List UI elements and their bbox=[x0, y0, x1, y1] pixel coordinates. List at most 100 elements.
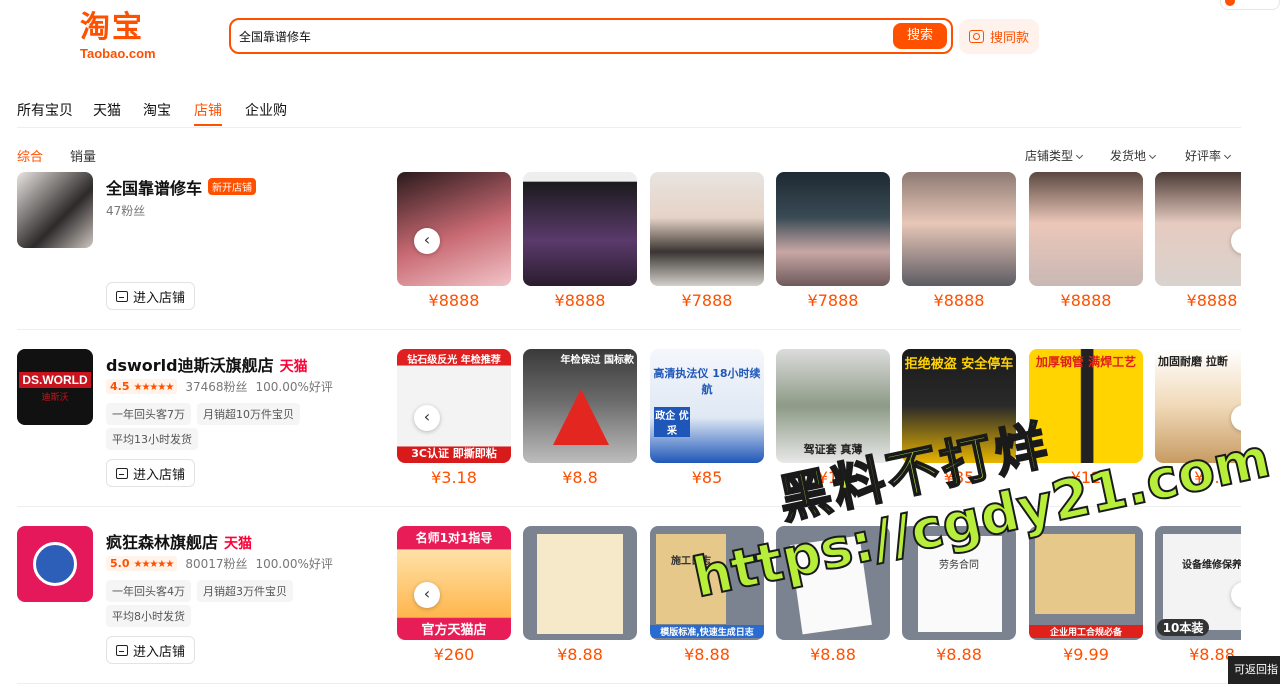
tab-taobao[interactable]: 淘宝 bbox=[143, 100, 171, 120]
product-image bbox=[397, 172, 511, 286]
product-item[interactable]: ¥8888 bbox=[1029, 172, 1143, 310]
product-image-text: 加厚钢管 满焊工艺 bbox=[1035, 355, 1137, 369]
product-image bbox=[776, 172, 890, 286]
product-image-text: 施工日志 bbox=[671, 556, 711, 567]
top-right-badge[interactable] bbox=[1220, 0, 1280, 10]
product-price: ¥8888 bbox=[933, 291, 985, 310]
product-price: ¥8888 bbox=[554, 291, 606, 310]
product-price: ¥15 bbox=[817, 468, 849, 487]
product-item[interactable]: ¥8888 bbox=[523, 172, 637, 310]
product-item[interactable]: 企业用工合规必备 ¥9.99 bbox=[1029, 526, 1143, 664]
logo-subtext: Taobao.com bbox=[80, 46, 156, 61]
product-item[interactable]: 驾证套 真薄 ¥15 bbox=[776, 349, 890, 487]
product-image-bottom-text: 政企 优采 bbox=[654, 407, 690, 437]
product-image-text: 年检保过 国标款 bbox=[560, 355, 634, 366]
product-item[interactable]: 加厚钢管 满焊工艺 ¥12 bbox=[1029, 349, 1143, 487]
product-image-text: 钻石级反光 年检推荐 bbox=[407, 355, 501, 366]
product-price: ¥3.18 bbox=[431, 468, 477, 487]
product-price: ¥260 bbox=[433, 645, 475, 664]
shop-ship-info: 平均13小时发货 bbox=[106, 428, 198, 450]
shop-chips: 一年回头客4万 月销超3万件宝贝 bbox=[106, 580, 293, 602]
product-price: ¥8888 bbox=[428, 291, 480, 310]
product-price: ¥7888 bbox=[807, 291, 859, 310]
product-price: ¥8.88 bbox=[557, 645, 603, 664]
product-item[interactable]: ¥8888 bbox=[1155, 172, 1241, 310]
enter-shop-label: 进入店铺 bbox=[132, 290, 185, 306]
product-image-text: 加固耐磨 拉断 bbox=[1158, 355, 1228, 368]
product-item[interactable]: 设备维修保养 10本装 ¥8.88 bbox=[1155, 526, 1241, 664]
filter-shop-type-label: 店铺类型 bbox=[1025, 149, 1074, 163]
tab-enterprise[interactable]: 企业购 bbox=[245, 100, 287, 120]
product-item[interactable]: 加固耐磨 拉断 ¥8.4 bbox=[1155, 349, 1241, 487]
filter-good-rate-label: 好评率 bbox=[1185, 149, 1222, 163]
shop-stats: 5.0 ★★★★★ 80017粉丝 100.00%好评 bbox=[106, 555, 333, 572]
product-price: ¥7888 bbox=[681, 291, 733, 310]
product-item[interactable]: 年检保过 国标款 ¥8.8 bbox=[523, 349, 637, 487]
shop-name[interactable]: 疯狂森林旗舰店 天猫 bbox=[106, 529, 252, 553]
shop-avatar[interactable] bbox=[17, 172, 93, 248]
filter-ship-from[interactable]: 发货地 bbox=[1110, 147, 1157, 164]
shop-name[interactable]: 全国靠谱修车 新开店铺 bbox=[106, 175, 257, 199]
product-item[interactable]: ¥7888 bbox=[650, 172, 764, 310]
product-image-bottom-text: 模版标准,快速生成日志 bbox=[650, 625, 764, 638]
product-image bbox=[1029, 172, 1143, 286]
product-image-bottom-text: 官方天猫店 bbox=[421, 623, 487, 638]
chevron-down-icon bbox=[1223, 151, 1232, 160]
enter-shop-label: 进入店铺 bbox=[132, 644, 185, 660]
product-image-bottom-text: 10本装 bbox=[1157, 619, 1209, 636]
shop-items-carousel: 名师1对1指导 官方天猫店 ¥260 ¥8.88 施工日志模版标准,快速生成日志 ¥8… bbox=[397, 526, 1241, 683]
same-style-button[interactable]: 搜同款 bbox=[959, 19, 1039, 54]
shop-score-box: 5.0 ★★★★★ bbox=[106, 556, 178, 571]
carousel-prev-button[interactable]: ‹ bbox=[414, 582, 440, 608]
taobao-shop-search-page: 淘宝 Taobao.com 搜索 搜同款 所有宝贝 天猫 淘宝 店铺 企业购 综… bbox=[0, 0, 1280, 684]
product-image: 加固耐磨 拉断 bbox=[1155, 349, 1241, 463]
product-item[interactable]: 劳务合同 ¥8.88 bbox=[902, 526, 1016, 664]
product-image: 拒绝被盗 安全停车 bbox=[902, 349, 1016, 463]
enter-shop-button[interactable]: 进入店铺 bbox=[106, 282, 195, 310]
camera-icon bbox=[968, 30, 984, 43]
product-item[interactable]: 拒绝被盗 安全停车 ¥85 bbox=[902, 349, 1016, 487]
warning-triangle-icon bbox=[553, 389, 609, 445]
enter-shop-label: 进入店铺 bbox=[132, 467, 185, 483]
tab-all-items[interactable]: 所有宝贝 bbox=[17, 100, 73, 120]
product-item[interactable]: 高清执法仪 18小时续航 政企 优采 ¥85 bbox=[650, 349, 764, 487]
product-image: 劳务合同 bbox=[902, 526, 1016, 640]
star-rating-icon: ★★★★★ bbox=[133, 559, 175, 570]
product-item[interactable]: ¥8.88 bbox=[523, 526, 637, 664]
enter-shop-button[interactable]: 进入店铺 bbox=[106, 636, 195, 664]
sort-sales[interactable]: 销量 bbox=[70, 146, 96, 165]
contract-paper-icon bbox=[790, 535, 872, 635]
search-button[interactable]: 搜索 bbox=[893, 23, 947, 49]
search-input[interactable] bbox=[239, 24, 879, 48]
shop-logo-subtext: 迪斯沃 bbox=[41, 391, 69, 402]
product-item[interactable]: ¥8.88 bbox=[776, 526, 890, 664]
filter-good-rate[interactable]: 好评率 bbox=[1185, 147, 1232, 164]
shop-chip: 一年回头客7万 bbox=[106, 403, 191, 425]
shop-chip: 月销超3万件宝贝 bbox=[197, 580, 293, 602]
product-item[interactable]: 施工日志 模版标准,快速生成日志 ¥8.88 bbox=[650, 526, 764, 664]
back-to-top-button[interactable]: 可返回指 bbox=[1228, 656, 1280, 684]
product-item[interactable]: ¥8888 bbox=[902, 172, 1016, 310]
product-item[interactable]: ¥7888 bbox=[776, 172, 890, 310]
shop-fans: 37468粉丝 bbox=[185, 380, 248, 394]
product-image-text: 劳务合同 bbox=[939, 560, 979, 571]
product-image: 名师1对1指导 官方天猫店 bbox=[397, 526, 511, 640]
shop-avatar[interactable] bbox=[17, 526, 93, 602]
carousel-prev-button[interactable]: ‹ bbox=[414, 405, 440, 431]
shop-items-carousel: ¥8888 ¥8888 ¥7888 ¥7888 ¥8888 ¥8888 ¥888… bbox=[397, 172, 1241, 329]
filter-shop-type[interactable]: 店铺类型 bbox=[1025, 147, 1084, 164]
taobao-logo[interactable]: 淘宝 Taobao.com bbox=[80, 12, 170, 64]
product-image-text: 驾证套 真薄 bbox=[803, 443, 863, 456]
shop-fans: 47粉丝 bbox=[106, 204, 146, 218]
shop-avatar[interactable]: DS.WORLD 迪斯沃 bbox=[17, 349, 93, 425]
sort-comprehensive[interactable]: 综合 bbox=[17, 146, 43, 165]
product-image bbox=[523, 172, 637, 286]
shop-score: 4.5 bbox=[110, 380, 130, 393]
product-image-bottom-text: 3C认证 即撕即粘 bbox=[411, 447, 497, 460]
carousel-prev-button[interactable]: ‹ bbox=[414, 228, 440, 254]
shop-name[interactable]: dsworld迪斯沃旗舰店 天猫 bbox=[106, 352, 308, 376]
shop-good-rate: 100.00%好评 bbox=[255, 557, 333, 571]
tab-shops[interactable]: 店铺 bbox=[194, 100, 222, 126]
enter-shop-button[interactable]: 进入店铺 bbox=[106, 459, 195, 487]
tab-tmall[interactable]: 天猫 bbox=[93, 100, 121, 120]
